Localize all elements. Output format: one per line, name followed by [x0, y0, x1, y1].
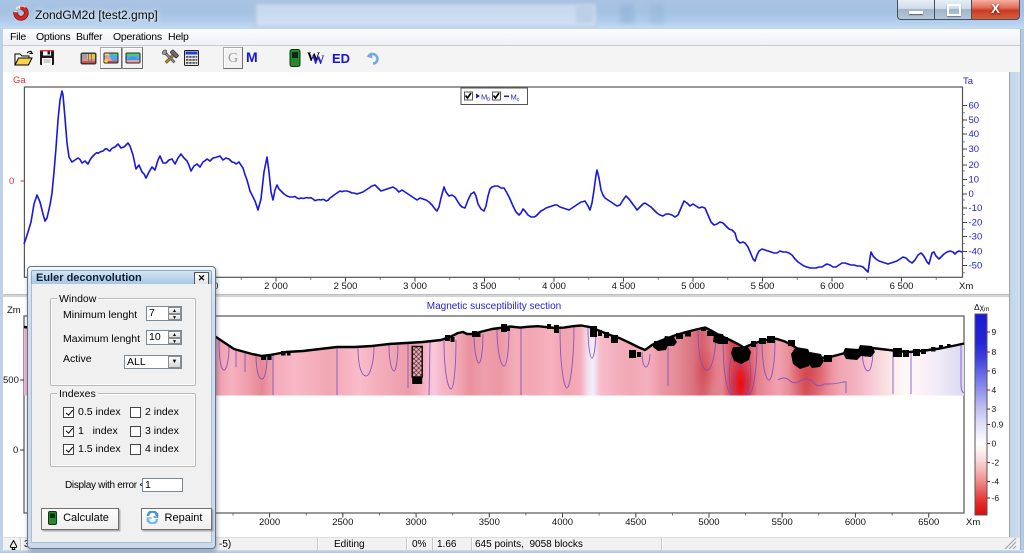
svg-text:3 500: 3 500 [473, 281, 497, 292]
svg-text:5 000: 5 000 [681, 281, 705, 292]
svg-text:20: 20 [969, 160, 980, 171]
svg-text:-50: -50 [969, 261, 983, 272]
svg-text:-30: -30 [969, 232, 983, 243]
svg-text:Magnetic susceptibility sectio: Magnetic susceptibility section [427, 301, 562, 312]
svg-text:9: 9 [992, 327, 997, 337]
svg-text:0: 0 [969, 189, 974, 200]
svg-text:4 500: 4 500 [612, 281, 636, 292]
svg-text:5000: 5000 [698, 517, 719, 528]
svg-text:Xm: Xm [966, 517, 980, 528]
svg-text:0: 0 [487, 97, 490, 103]
svg-text:3: 3 [992, 404, 997, 414]
svg-text:3 000: 3 000 [403, 281, 427, 292]
svg-text:Xm: Xm [959, 281, 973, 292]
svg-text:-2: -2 [992, 458, 1000, 468]
svg-text:-10: -10 [969, 203, 983, 214]
svg-text:6500: 6500 [918, 517, 939, 528]
svg-text:6000: 6000 [845, 517, 866, 528]
svg-text:0: 0 [9, 176, 14, 187]
svg-text:5 500: 5 500 [751, 281, 775, 292]
svg-text:50: 50 [969, 115, 980, 126]
svg-text:500: 500 [3, 375, 19, 386]
svg-text:2500: 2500 [332, 517, 353, 528]
svg-text:10: 10 [969, 175, 980, 186]
svg-text:6 500: 6 500 [890, 281, 914, 292]
svg-text:4500: 4500 [625, 517, 646, 528]
svg-text:Ta: Ta [963, 76, 974, 87]
svg-text:3000: 3000 [406, 517, 427, 528]
svg-text:-40: -40 [969, 247, 983, 258]
svg-text:-4: -4 [992, 477, 1000, 487]
svg-text:c: c [517, 97, 520, 103]
svg-text:3500: 3500 [479, 517, 500, 528]
svg-text:6 000: 6 000 [820, 281, 844, 292]
svg-text:Ga: Ga [13, 75, 26, 86]
svg-text:40: 40 [969, 129, 980, 140]
svg-text:5500: 5500 [772, 517, 793, 528]
svg-text:-6: -6 [992, 493, 1000, 503]
svg-text:2000: 2000 [259, 517, 280, 528]
svg-text:4000: 4000 [552, 517, 573, 528]
svg-text:60: 60 [969, 101, 980, 112]
svg-text:Zm: Zm [7, 305, 21, 316]
svg-text:8: 8 [992, 347, 997, 357]
svg-text:2 500: 2 500 [334, 281, 358, 292]
svg-text:0: 0 [13, 445, 18, 456]
svg-text:30: 30 [969, 144, 980, 155]
svg-text:0: 0 [992, 439, 997, 449]
svg-text:-20: -20 [969, 218, 983, 229]
svg-text:6: 6 [992, 366, 997, 376]
svg-text:4 000: 4 000 [542, 281, 566, 292]
svg-text:0.9: 0.9 [992, 420, 1004, 430]
svg-text:m: m [984, 306, 989, 313]
svg-text:4: 4 [992, 385, 997, 395]
svg-text:2 000: 2 000 [264, 281, 288, 292]
